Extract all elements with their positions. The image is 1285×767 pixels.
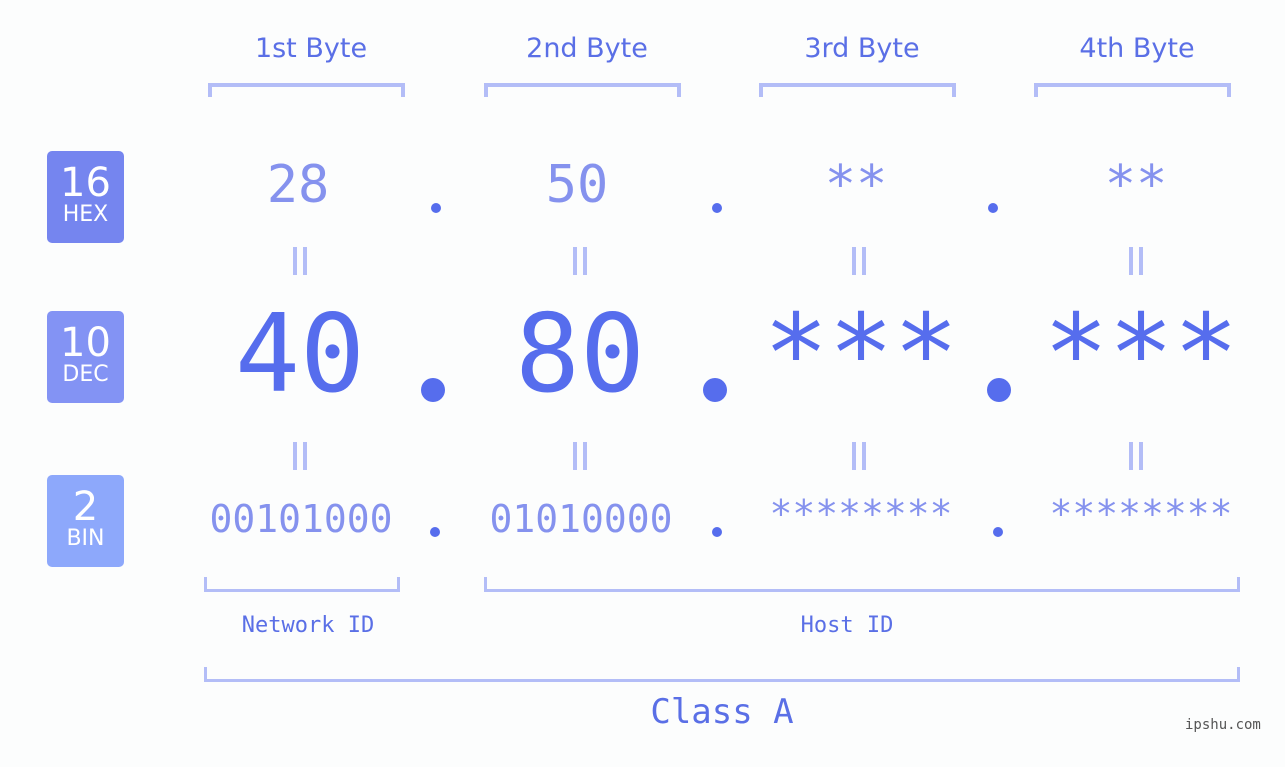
dec-separator-dot bbox=[421, 378, 445, 402]
equals-icon bbox=[849, 247, 869, 275]
equals-icon bbox=[570, 247, 590, 275]
dec-octet-4: *** bbox=[1043, 292, 1239, 417]
dec-base-number: 10 bbox=[60, 320, 111, 366]
dec-octet-1: 40 bbox=[234, 292, 366, 417]
byte-header-4: 4th Byte bbox=[1079, 33, 1195, 64]
byte-bracket-1 bbox=[208, 83, 405, 97]
equals-icon bbox=[1126, 442, 1146, 470]
byte-header-3: 3rd Byte bbox=[804, 33, 920, 64]
dec-separator-dot bbox=[987, 378, 1011, 402]
hex-octet-2: 50 bbox=[545, 155, 609, 215]
bin-separator-dot bbox=[430, 527, 440, 537]
equals-icon bbox=[290, 247, 310, 275]
byte-header-2: 2nd Byte bbox=[526, 33, 648, 64]
bin-separator-dot bbox=[712, 527, 722, 537]
dec-octet-3: *** bbox=[763, 292, 959, 417]
bin-octet-1: 00101000 bbox=[209, 497, 393, 541]
equals-icon bbox=[290, 442, 310, 470]
dec-separator-dot bbox=[703, 378, 727, 402]
bin-octet-4: ******** bbox=[1049, 492, 1233, 536]
hex-badge: 16 HEX bbox=[47, 151, 124, 243]
bin-base-label: BIN bbox=[66, 526, 105, 551]
byte-bracket-4 bbox=[1034, 83, 1231, 97]
class-bracket bbox=[204, 667, 1240, 682]
hex-separator-dot bbox=[431, 203, 441, 213]
class-label: Class A bbox=[650, 692, 794, 732]
dec-badge: 10 DEC bbox=[47, 311, 124, 403]
host-id-label: Host ID bbox=[800, 613, 894, 638]
hex-octet-3: ** bbox=[824, 155, 888, 215]
equals-icon bbox=[1126, 247, 1146, 275]
equals-icon bbox=[849, 442, 869, 470]
hex-base-number: 16 bbox=[60, 160, 111, 206]
equals-icon bbox=[570, 442, 590, 470]
bin-separator-dot bbox=[993, 527, 1003, 537]
byte-header-1: 1st Byte bbox=[254, 33, 368, 64]
bin-octet-2: 01010000 bbox=[489, 497, 673, 541]
host-id-bracket bbox=[484, 577, 1240, 592]
hex-octet-1: 28 bbox=[266, 155, 330, 215]
dec-base-label: DEC bbox=[62, 362, 109, 387]
hex-separator-dot bbox=[988, 203, 998, 213]
bin-badge: 2 BIN bbox=[47, 475, 124, 567]
hex-base-label: HEX bbox=[62, 202, 109, 227]
byte-bracket-3 bbox=[759, 83, 956, 97]
hex-octet-4: ** bbox=[1104, 155, 1168, 215]
bin-base-number: 2 bbox=[72, 484, 99, 530]
dec-octet-2: 80 bbox=[514, 292, 646, 417]
network-id-bracket bbox=[204, 577, 400, 592]
byte-bracket-2 bbox=[484, 83, 681, 97]
hex-separator-dot bbox=[712, 203, 722, 213]
bin-octet-3: ******** bbox=[769, 492, 953, 536]
network-id-label: Network ID bbox=[241, 613, 375, 638]
watermark: ipshu.com bbox=[1185, 717, 1261, 733]
